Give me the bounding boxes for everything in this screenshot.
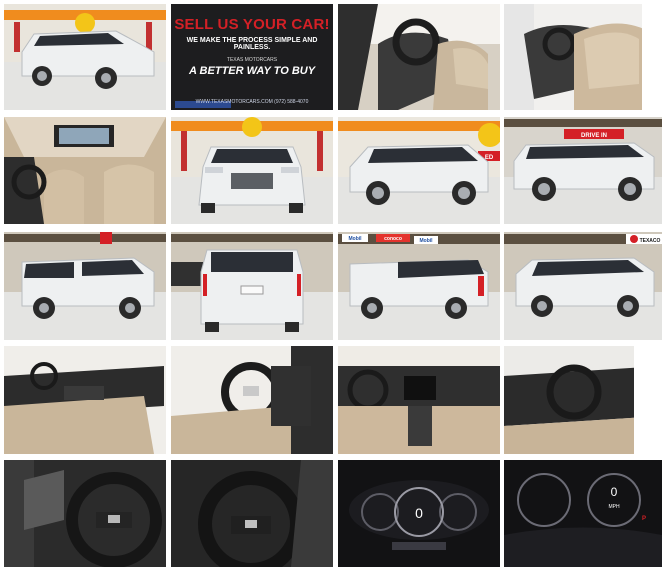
photo-steering-side[interactable] [171,346,333,454]
ad-footer: WWW.TEXASMOTORCARS.COM (972) 588-4070 [195,99,309,105]
photo-side-profile[interactable]: DRIVE IN [504,117,662,224]
photo-rear-side[interactable]: Mobil conoco Mobil [338,232,500,340]
photo-dashboard-center[interactable] [338,346,500,454]
photo-rear-three-quarter[interactable] [4,232,166,340]
sign-conoco: conoco [384,236,402,242]
gauge-speed: 0 [611,485,618,499]
photo-driver-door-open[interactable] [504,4,662,110]
photo-side-front[interactable]: ED [338,117,500,224]
cluster-speed: 0 [415,505,423,521]
ad-subline: WE MAKE THE PROCESS SIMPLE AND PAINLESS. [186,37,318,51]
photo-gallery: SELL US YOUR CAR! WE MAKE THE PROCESS SI… [0,0,662,567]
photo-gauges[interactable]: 0 MPH P [504,460,662,567]
photo-front-three-quarter[interactable] [4,4,166,110]
photo-sunroof-interior[interactable] [4,117,166,224]
photo-steering-closeup[interactable] [171,460,333,567]
gear-indicator: P [642,516,646,522]
sign-shell: DRIVE IN [581,133,607,139]
photo-dashboard-right[interactable] [504,346,662,454]
photo-passenger-dash[interactable] [4,346,166,454]
ad-brand: TEXAS MOTORCARS [226,57,278,63]
photo-steering-wheel[interactable] [4,460,166,567]
sign-mobil-right: Mobil [419,238,433,244]
sign-mobil-left: Mobil [348,236,362,242]
photo-instrument-cluster[interactable]: 0 [338,460,500,567]
gauge-unit: MPH [608,504,620,510]
photo-side-texaco[interactable]: TEXACO [504,232,662,340]
sign-texaco: TEXACO [640,238,661,244]
photo-driver-seat[interactable] [338,4,500,110]
ad-tagline: A BETTER WAY TO BUY [188,65,316,77]
photo-front-view[interactable] [171,117,333,224]
ad-headline: SELL US YOUR CAR! [174,16,330,33]
sell-us-your-car-ad[interactable]: SELL US YOUR CAR! WE MAKE THE PROCESS SI… [171,4,333,110]
photo-rear-view[interactable] [171,232,333,340]
